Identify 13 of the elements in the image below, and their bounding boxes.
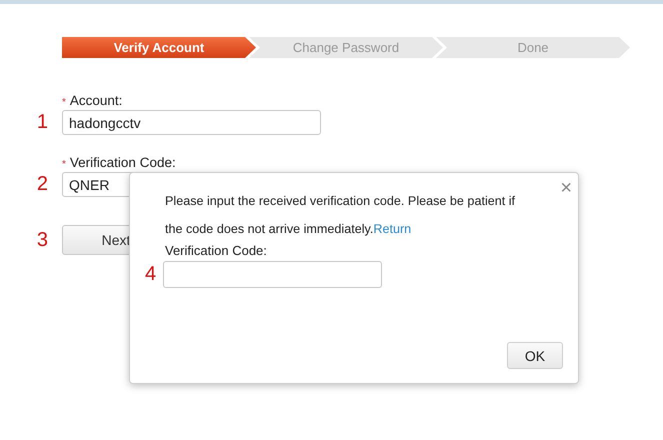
input-field[interactable]: hadongcctv: [62, 110, 321, 135]
ok-button[interactable]: OK: [507, 342, 563, 369]
step-number: 1: [36, 111, 49, 134]
step-number: 2: [36, 173, 49, 196]
input-field[interactable]: [163, 261, 382, 288]
required-mark: *: [62, 159, 66, 170]
step-number: 3: [36, 228, 49, 252]
required-mark: *: [62, 97, 66, 108]
return-link[interactable]: Return: [373, 222, 412, 236]
field-label: Account:: [70, 93, 122, 108]
close-button[interactable]: ×: [556, 178, 576, 198]
step-number: 4: [145, 263, 156, 286]
field-label: Verification Code:: [70, 155, 176, 170]
